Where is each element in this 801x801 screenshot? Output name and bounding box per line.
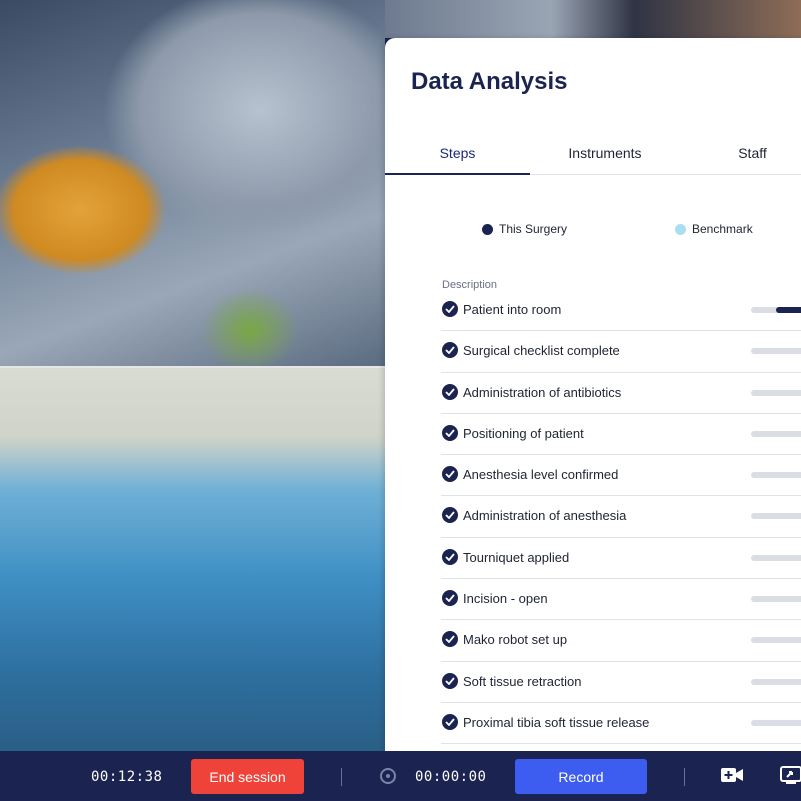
step-progress-track [751, 348, 801, 355]
step-row: Proximal tibia soft tissue release [441, 703, 801, 745]
step-progress-track [751, 554, 801, 561]
step-label: Surgical checklist complete [463, 343, 620, 359]
step-list: Patient into room Surgical checklist comp… [441, 290, 801, 751]
panel-title: Data Analysis [411, 68, 568, 95]
check-circle-icon [442, 590, 458, 607]
legend-dot-benchmark [675, 223, 686, 235]
record-indicator-icon [380, 768, 396, 784]
video-add-icon[interactable] [720, 765, 744, 790]
tab-bar: Steps Instruments Staff [385, 138, 801, 175]
surgery-session-screen: Data Analysis Steps Instruments Staff Th… [0, 0, 801, 801]
tab-staff[interactable]: Staff [680, 138, 801, 174]
step-label: Anesthesia level confirmed [463, 467, 619, 483]
step-progress-track [751, 678, 801, 685]
check-circle-icon [442, 301, 458, 317]
step-label: Administration of anesthesia [463, 508, 627, 524]
step-label: Soft tissue retraction [463, 673, 582, 689]
divider [684, 768, 685, 786]
step-label: Administration of antibiotics [463, 384, 622, 400]
step-progress-track [751, 389, 801, 396]
legend-this-surgery: This Surgery [482, 222, 567, 236]
legend-dot-this-surgery [482, 223, 493, 235]
video-feed-operating-room [0, 368, 385, 751]
step-progress-track [751, 596, 801, 603]
step-progress-track [751, 430, 801, 437]
tab-instruments[interactable]: Instruments [530, 138, 680, 174]
check-circle-icon [442, 424, 458, 441]
session-timer: 00:12:38 [91, 769, 163, 785]
step-row: Positioning of patient [441, 414, 801, 456]
step-progress-track [751, 472, 801, 479]
tab-steps[interactable]: Steps [385, 138, 530, 175]
data-analysis-panel: Data Analysis Steps Instruments Staff Th… [385, 38, 801, 751]
share-screen-icon[interactable] [780, 765, 801, 790]
record-button[interactable]: Record [515, 759, 647, 794]
step-row: Soft tissue retraction [441, 662, 801, 703]
step-row: Administration of antibiotics [441, 373, 801, 414]
step-label: Mako robot set up [463, 632, 568, 648]
check-circle-icon [442, 548, 458, 565]
check-circle-icon [442, 672, 458, 689]
video-feed-background [385, 0, 801, 38]
end-session-button[interactable]: End session [191, 759, 304, 794]
legend-benchmark: Benchmark [675, 222, 753, 236]
check-circle-icon [442, 466, 458, 483]
step-progress-track [751, 719, 801, 726]
step-row: Administration of anesthesia [441, 496, 801, 538]
step-label: Incision - open [463, 591, 548, 607]
legend-label-this-surgery: This Surgery [499, 222, 568, 236]
step-row: Patient into room [441, 290, 801, 332]
step-progress-track [751, 307, 801, 313]
session-control-bar: 00:12:38 End session 00:00:00 Record [0, 751, 801, 801]
step-row: Surgical checklist complete [441, 331, 801, 373]
step-progress-track [751, 513, 801, 520]
step-row: Anesthesia level confirmed [441, 455, 801, 497]
step-progress-track [751, 637, 801, 644]
divider [341, 768, 342, 786]
step-progress-fill [776, 307, 801, 313]
check-circle-icon [442, 631, 458, 648]
check-circle-icon [442, 507, 458, 524]
step-label: Tourniquet applied [463, 549, 570, 565]
check-circle-icon [442, 342, 458, 359]
check-circle-icon [442, 383, 458, 400]
step-row: Knee joint preparation (s) [441, 744, 801, 751]
step-label: Proximal tibia soft tissue release [463, 714, 650, 730]
step-row: Incision - open [441, 579, 801, 621]
step-label: Patient into room [463, 302, 562, 317]
step-row: Tourniquet applied [441, 538, 801, 580]
legend-label-benchmark: Benchmark [692, 222, 753, 236]
video-feed-surgical-field [0, 0, 385, 366]
check-circle-icon [442, 713, 458, 730]
step-label: Positioning of patient [463, 425, 584, 441]
step-row: Mako robot set up [441, 620, 801, 662]
record-timer: 00:00:00 [415, 769, 487, 785]
